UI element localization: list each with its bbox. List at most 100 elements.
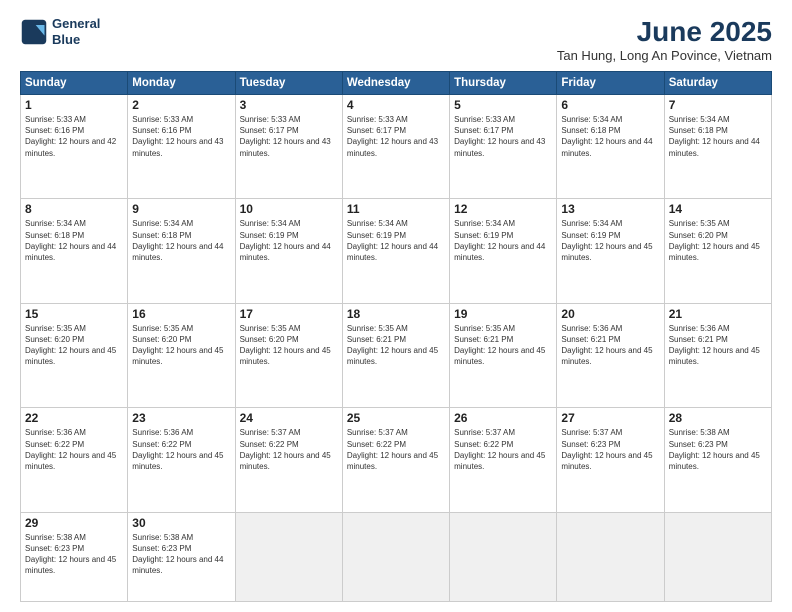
day-header-tuesday: Tuesday <box>235 72 342 95</box>
day-number: 19 <box>454 307 552 321</box>
day-number: 29 <box>25 516 123 530</box>
day-info: Sunrise: 5:35 AM Sunset: 6:20 PM Dayligh… <box>25 323 123 368</box>
day-number: 24 <box>240 411 338 425</box>
day-info: Sunrise: 5:34 AM Sunset: 6:18 PM Dayligh… <box>132 218 230 263</box>
logo-icon <box>20 18 48 46</box>
day-info: Sunrise: 5:33 AM Sunset: 6:17 PM Dayligh… <box>240 114 338 159</box>
day-info: Sunrise: 5:34 AM Sunset: 6:19 PM Dayligh… <box>240 218 338 263</box>
day-info: Sunrise: 5:37 AM Sunset: 6:22 PM Dayligh… <box>347 427 445 472</box>
day-number: 18 <box>347 307 445 321</box>
day-number: 23 <box>132 411 230 425</box>
day-info: Sunrise: 5:38 AM Sunset: 6:23 PM Dayligh… <box>25 532 123 577</box>
calendar-cell: 29 Sunrise: 5:38 AM Sunset: 6:23 PM Dayl… <box>21 512 128 601</box>
location: Tan Hung, Long An Povince, Vietnam <box>557 48 772 63</box>
calendar-cell: 15 Sunrise: 5:35 AM Sunset: 6:20 PM Dayl… <box>21 303 128 407</box>
calendar-cell <box>664 512 771 601</box>
calendar-cell: 3 Sunrise: 5:33 AM Sunset: 6:17 PM Dayli… <box>235 95 342 199</box>
calendar-cell: 21 Sunrise: 5:36 AM Sunset: 6:21 PM Dayl… <box>664 303 771 407</box>
calendar-cell: 11 Sunrise: 5:34 AM Sunset: 6:19 PM Dayl… <box>342 199 449 303</box>
day-number: 26 <box>454 411 552 425</box>
day-info: Sunrise: 5:35 AM Sunset: 6:20 PM Dayligh… <box>669 218 767 263</box>
day-number: 15 <box>25 307 123 321</box>
day-info: Sunrise: 5:35 AM Sunset: 6:20 PM Dayligh… <box>132 323 230 368</box>
calendar-cell: 30 Sunrise: 5:38 AM Sunset: 6:23 PM Dayl… <box>128 512 235 601</box>
day-info: Sunrise: 5:37 AM Sunset: 6:22 PM Dayligh… <box>240 427 338 472</box>
day-number: 22 <box>25 411 123 425</box>
day-number: 12 <box>454 202 552 216</box>
calendar-cell: 26 Sunrise: 5:37 AM Sunset: 6:22 PM Dayl… <box>450 408 557 512</box>
day-number: 16 <box>132 307 230 321</box>
calendar-cell <box>450 512 557 601</box>
calendar-cell: 1 Sunrise: 5:33 AM Sunset: 6:16 PM Dayli… <box>21 95 128 199</box>
day-info: Sunrise: 5:33 AM Sunset: 6:17 PM Dayligh… <box>347 114 445 159</box>
day-number: 3 <box>240 98 338 112</box>
calendar-cell: 27 Sunrise: 5:37 AM Sunset: 6:23 PM Dayl… <box>557 408 664 512</box>
calendar-cell: 9 Sunrise: 5:34 AM Sunset: 6:18 PM Dayli… <box>128 199 235 303</box>
day-info: Sunrise: 5:34 AM Sunset: 6:18 PM Dayligh… <box>669 114 767 159</box>
day-info: Sunrise: 5:36 AM Sunset: 6:22 PM Dayligh… <box>25 427 123 472</box>
day-info: Sunrise: 5:38 AM Sunset: 6:23 PM Dayligh… <box>669 427 767 472</box>
logo-text: General Blue <box>52 16 100 47</box>
calendar-cell: 14 Sunrise: 5:35 AM Sunset: 6:20 PM Dayl… <box>664 199 771 303</box>
day-number: 14 <box>669 202 767 216</box>
day-number: 20 <box>561 307 659 321</box>
day-info: Sunrise: 5:38 AM Sunset: 6:23 PM Dayligh… <box>132 532 230 577</box>
calendar-cell <box>342 512 449 601</box>
day-info: Sunrise: 5:33 AM Sunset: 6:16 PM Dayligh… <box>132 114 230 159</box>
title-block: June 2025 Tan Hung, Long An Povince, Vie… <box>557 16 772 63</box>
calendar-cell: 5 Sunrise: 5:33 AM Sunset: 6:17 PM Dayli… <box>450 95 557 199</box>
calendar-cell: 28 Sunrise: 5:38 AM Sunset: 6:23 PM Dayl… <box>664 408 771 512</box>
day-number: 17 <box>240 307 338 321</box>
calendar-cell: 2 Sunrise: 5:33 AM Sunset: 6:16 PM Dayli… <box>128 95 235 199</box>
day-number: 6 <box>561 98 659 112</box>
calendar-cell: 24 Sunrise: 5:37 AM Sunset: 6:22 PM Dayl… <box>235 408 342 512</box>
day-header-sunday: Sunday <box>21 72 128 95</box>
calendar-cell: 23 Sunrise: 5:36 AM Sunset: 6:22 PM Dayl… <box>128 408 235 512</box>
day-info: Sunrise: 5:37 AM Sunset: 6:23 PM Dayligh… <box>561 427 659 472</box>
calendar-cell: 17 Sunrise: 5:35 AM Sunset: 6:20 PM Dayl… <box>235 303 342 407</box>
day-info: Sunrise: 5:35 AM Sunset: 6:20 PM Dayligh… <box>240 323 338 368</box>
calendar-cell: 7 Sunrise: 5:34 AM Sunset: 6:18 PM Dayli… <box>664 95 771 199</box>
day-number: 27 <box>561 411 659 425</box>
day-number: 11 <box>347 202 445 216</box>
day-header-wednesday: Wednesday <box>342 72 449 95</box>
day-info: Sunrise: 5:34 AM Sunset: 6:18 PM Dayligh… <box>25 218 123 263</box>
day-number: 13 <box>561 202 659 216</box>
day-info: Sunrise: 5:37 AM Sunset: 6:22 PM Dayligh… <box>454 427 552 472</box>
day-info: Sunrise: 5:34 AM Sunset: 6:19 PM Dayligh… <box>454 218 552 263</box>
calendar-cell: 18 Sunrise: 5:35 AM Sunset: 6:21 PM Dayl… <box>342 303 449 407</box>
day-info: Sunrise: 5:35 AM Sunset: 6:21 PM Dayligh… <box>454 323 552 368</box>
calendar-cell: 16 Sunrise: 5:35 AM Sunset: 6:20 PM Dayl… <box>128 303 235 407</box>
calendar-cell: 10 Sunrise: 5:34 AM Sunset: 6:19 PM Dayl… <box>235 199 342 303</box>
day-info: Sunrise: 5:36 AM Sunset: 6:21 PM Dayligh… <box>669 323 767 368</box>
day-number: 25 <box>347 411 445 425</box>
day-number: 7 <box>669 98 767 112</box>
day-info: Sunrise: 5:36 AM Sunset: 6:22 PM Dayligh… <box>132 427 230 472</box>
day-number: 30 <box>132 516 230 530</box>
day-info: Sunrise: 5:33 AM Sunset: 6:16 PM Dayligh… <box>25 114 123 159</box>
day-number: 5 <box>454 98 552 112</box>
day-info: Sunrise: 5:34 AM Sunset: 6:19 PM Dayligh… <box>561 218 659 263</box>
calendar-cell: 13 Sunrise: 5:34 AM Sunset: 6:19 PM Dayl… <box>557 199 664 303</box>
month-title: June 2025 <box>557 16 772 48</box>
day-info: Sunrise: 5:36 AM Sunset: 6:21 PM Dayligh… <box>561 323 659 368</box>
calendar-cell: 4 Sunrise: 5:33 AM Sunset: 6:17 PM Dayli… <box>342 95 449 199</box>
day-info: Sunrise: 5:34 AM Sunset: 6:19 PM Dayligh… <box>347 218 445 263</box>
calendar-cell <box>557 512 664 601</box>
calendar-cell: 6 Sunrise: 5:34 AM Sunset: 6:18 PM Dayli… <box>557 95 664 199</box>
day-header-monday: Monday <box>128 72 235 95</box>
day-number: 4 <box>347 98 445 112</box>
day-number: 28 <box>669 411 767 425</box>
day-header-friday: Friday <box>557 72 664 95</box>
day-number: 9 <box>132 202 230 216</box>
calendar-cell <box>235 512 342 601</box>
day-number: 21 <box>669 307 767 321</box>
day-number: 1 <box>25 98 123 112</box>
calendar-cell: 12 Sunrise: 5:34 AM Sunset: 6:19 PM Dayl… <box>450 199 557 303</box>
day-info: Sunrise: 5:35 AM Sunset: 6:21 PM Dayligh… <box>347 323 445 368</box>
day-number: 10 <box>240 202 338 216</box>
day-info: Sunrise: 5:34 AM Sunset: 6:18 PM Dayligh… <box>561 114 659 159</box>
calendar-cell: 20 Sunrise: 5:36 AM Sunset: 6:21 PM Dayl… <box>557 303 664 407</box>
calendar-cell: 8 Sunrise: 5:34 AM Sunset: 6:18 PM Dayli… <box>21 199 128 303</box>
calendar-cell: 22 Sunrise: 5:36 AM Sunset: 6:22 PM Dayl… <box>21 408 128 512</box>
